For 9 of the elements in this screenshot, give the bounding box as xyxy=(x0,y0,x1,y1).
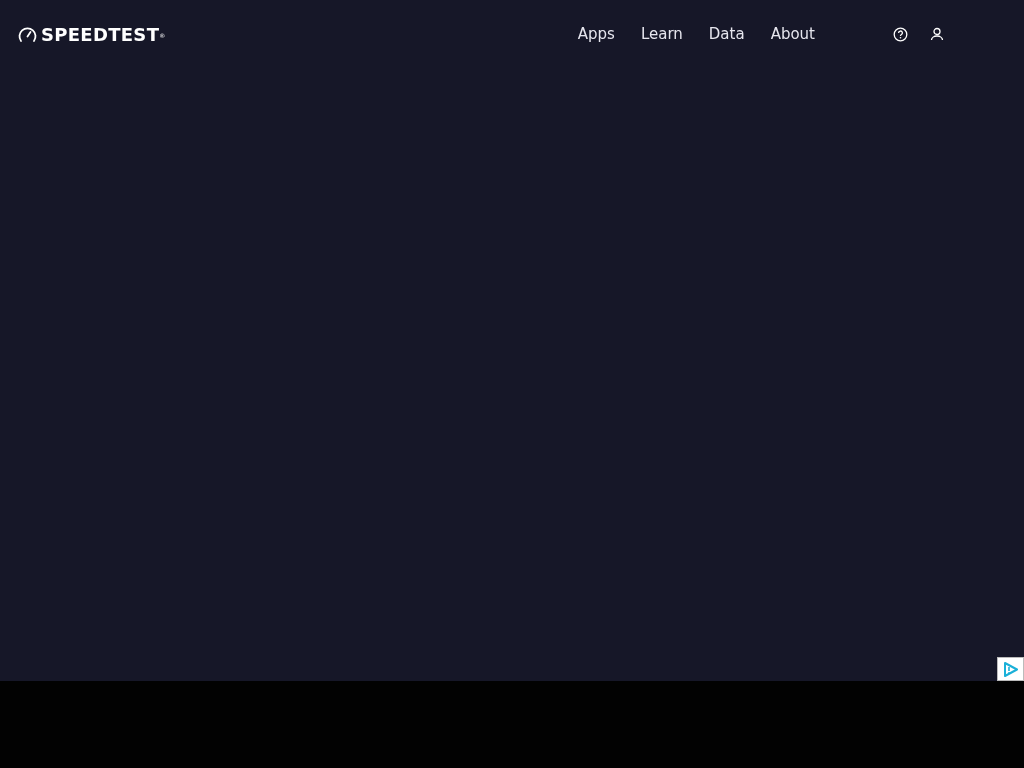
user-icon[interactable] xyxy=(930,27,944,41)
speedometer-icon xyxy=(18,25,37,43)
nav-link[interactable]: About xyxy=(770,22,815,46)
help-icon[interactable] xyxy=(893,26,908,42)
nav-link[interactable]: Apps xyxy=(577,22,615,46)
logo-text[interactable]: SPEEDTEST$^{®}$ xyxy=(41,20,166,48)
nav-link[interactable]: Data xyxy=(708,22,745,46)
ad-choices-icon[interactable] xyxy=(997,657,1024,681)
nav-link[interactable]: Learn xyxy=(640,22,683,46)
